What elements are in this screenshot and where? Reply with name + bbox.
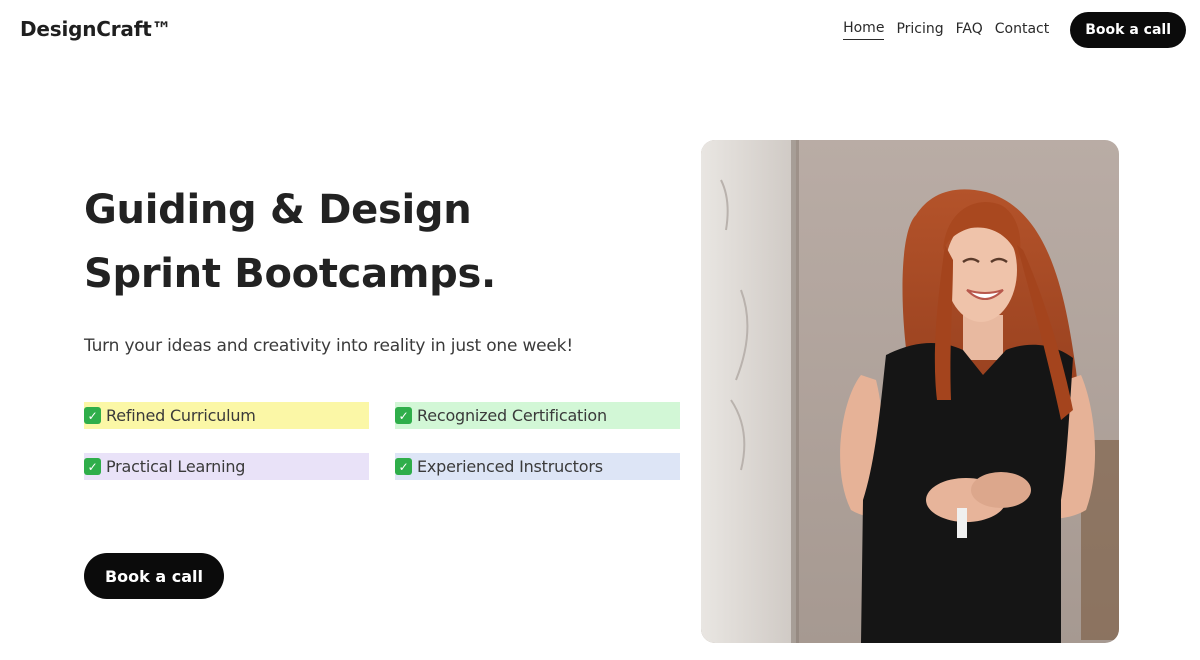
feature-item: ✓ Experienced Instructors [395, 453, 680, 480]
nav-link-pricing[interactable]: Pricing [896, 21, 943, 40]
landing-page: DesignCraft™ Home Pricing FAQ Contact Bo… [0, 0, 1200, 660]
nav-link-faq[interactable]: FAQ [956, 21, 983, 40]
hero-title: Guiding & Design Sprint Bootcamps. [84, 178, 496, 306]
check-mark-icon: ✓ [395, 407, 412, 424]
check-mark-icon: ✓ [395, 458, 412, 475]
feature-item: ✓ Practical Learning [84, 453, 369, 480]
header-book-call-button[interactable]: Book a call [1070, 12, 1186, 48]
check-mark-icon: ✓ [84, 458, 101, 475]
feature-list: ✓ Refined Curriculum ✓ Recognized Certif… [84, 402, 684, 480]
feature-item: ✓ Refined Curriculum [84, 402, 369, 429]
hero-subtitle: Turn your ideas and creativity into real… [84, 336, 573, 356]
check-mark-icon: ✓ [84, 407, 101, 424]
feature-item: ✓ Recognized Certification [395, 402, 680, 429]
nav-link-home[interactable]: Home [843, 20, 885, 40]
hero-title-line-2: Sprint Bootcamps. [84, 251, 496, 297]
top-nav: Home Pricing FAQ Contact Book a call [843, 12, 1186, 48]
hero-title-line-1: Guiding & Design [84, 187, 472, 233]
hero-book-call-button[interactable]: Book a call [84, 553, 224, 599]
feature-label: Practical Learning [106, 457, 246, 476]
hero-photo-illustration [701, 140, 1119, 643]
nav-link-contact[interactable]: Contact [995, 21, 1049, 40]
brand-logo[interactable]: DesignCraft™ [20, 17, 172, 41]
feature-label: Experienced Instructors [417, 457, 603, 476]
feature-label: Refined Curriculum [106, 406, 256, 425]
feature-label: Recognized Certification [417, 406, 607, 425]
hero-photo [701, 140, 1119, 643]
